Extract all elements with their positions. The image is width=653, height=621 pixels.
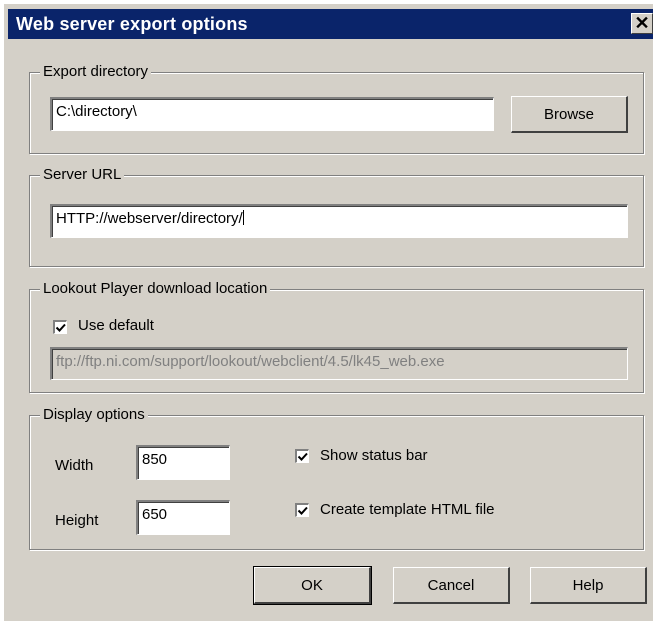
server-url-value: HTTP://webserver/directory/ — [56, 210, 243, 227]
help-button[interactable]: Help — [530, 567, 647, 604]
use-default-label[interactable]: Use default — [78, 317, 154, 334]
create-template-checkbox[interactable] — [295, 503, 309, 517]
display-options-legend: Display options — [40, 405, 148, 425]
create-template-label[interactable]: Create template HTML file — [320, 501, 495, 518]
height-input[interactable]: 650 — [136, 500, 230, 535]
checkmark-icon — [55, 323, 66, 332]
ok-button[interactable]: OK — [253, 566, 372, 605]
show-status-bar-label[interactable]: Show status bar — [320, 447, 428, 464]
help-button-label: Help — [572, 576, 604, 594]
display-options-group: Display options Width 850 Height 650 Sho… — [29, 405, 644, 550]
export-directory-input[interactable]: C:\directory\ — [50, 97, 494, 131]
close-icon: ✕ — [634, 13, 650, 33]
checkmark-icon — [297, 452, 308, 461]
title-bar[interactable]: Web server export options ✕ — [8, 9, 653, 39]
player-download-legend: Lookout Player download location — [40, 279, 271, 299]
browse-button-label: Browse — [543, 105, 595, 123]
web-server-export-dialog: Web server export options ✕ Export direc… — [4, 4, 653, 621]
player-download-group: Lookout Player download location Use def… — [29, 279, 644, 393]
browse-button[interactable]: Browse — [511, 96, 628, 133]
use-default-checkbox[interactable] — [53, 320, 67, 334]
ok-button-label: OK — [301, 576, 323, 594]
checkmark-icon — [297, 506, 308, 515]
height-label: Height — [55, 512, 99, 529]
width-input[interactable]: 850 — [136, 445, 230, 480]
export-directory-legend: Export directory — [40, 62, 152, 82]
server-url-input[interactable]: HTTP://webserver/directory/ — [50, 204, 628, 238]
width-value: 850 — [142, 451, 168, 468]
show-status-bar-checkbox[interactable] — [295, 449, 309, 463]
cancel-button-label: Cancel — [427, 576, 475, 594]
text-caret — [242, 210, 244, 225]
window-title: Web server export options — [16, 14, 248, 34]
width-label: Width — [55, 457, 94, 474]
export-directory-value: C:\directory\ — [56, 103, 137, 120]
height-value: 650 — [142, 506, 168, 523]
player-location-input[interactable]: ftp://ftp.ni.com/support/lookout/webclie… — [50, 347, 628, 380]
server-url-legend: Server URL — [40, 165, 125, 185]
server-url-group: Server URL HTTP://webserver/directory/ — [29, 165, 644, 267]
close-button[interactable]: ✕ — [631, 13, 653, 34]
export-directory-group: Export directory C:\directory\ Browse — [29, 62, 644, 154]
player-location-value: ftp://ftp.ni.com/support/lookout/webclie… — [56, 353, 445, 370]
cancel-button[interactable]: Cancel — [393, 567, 510, 604]
